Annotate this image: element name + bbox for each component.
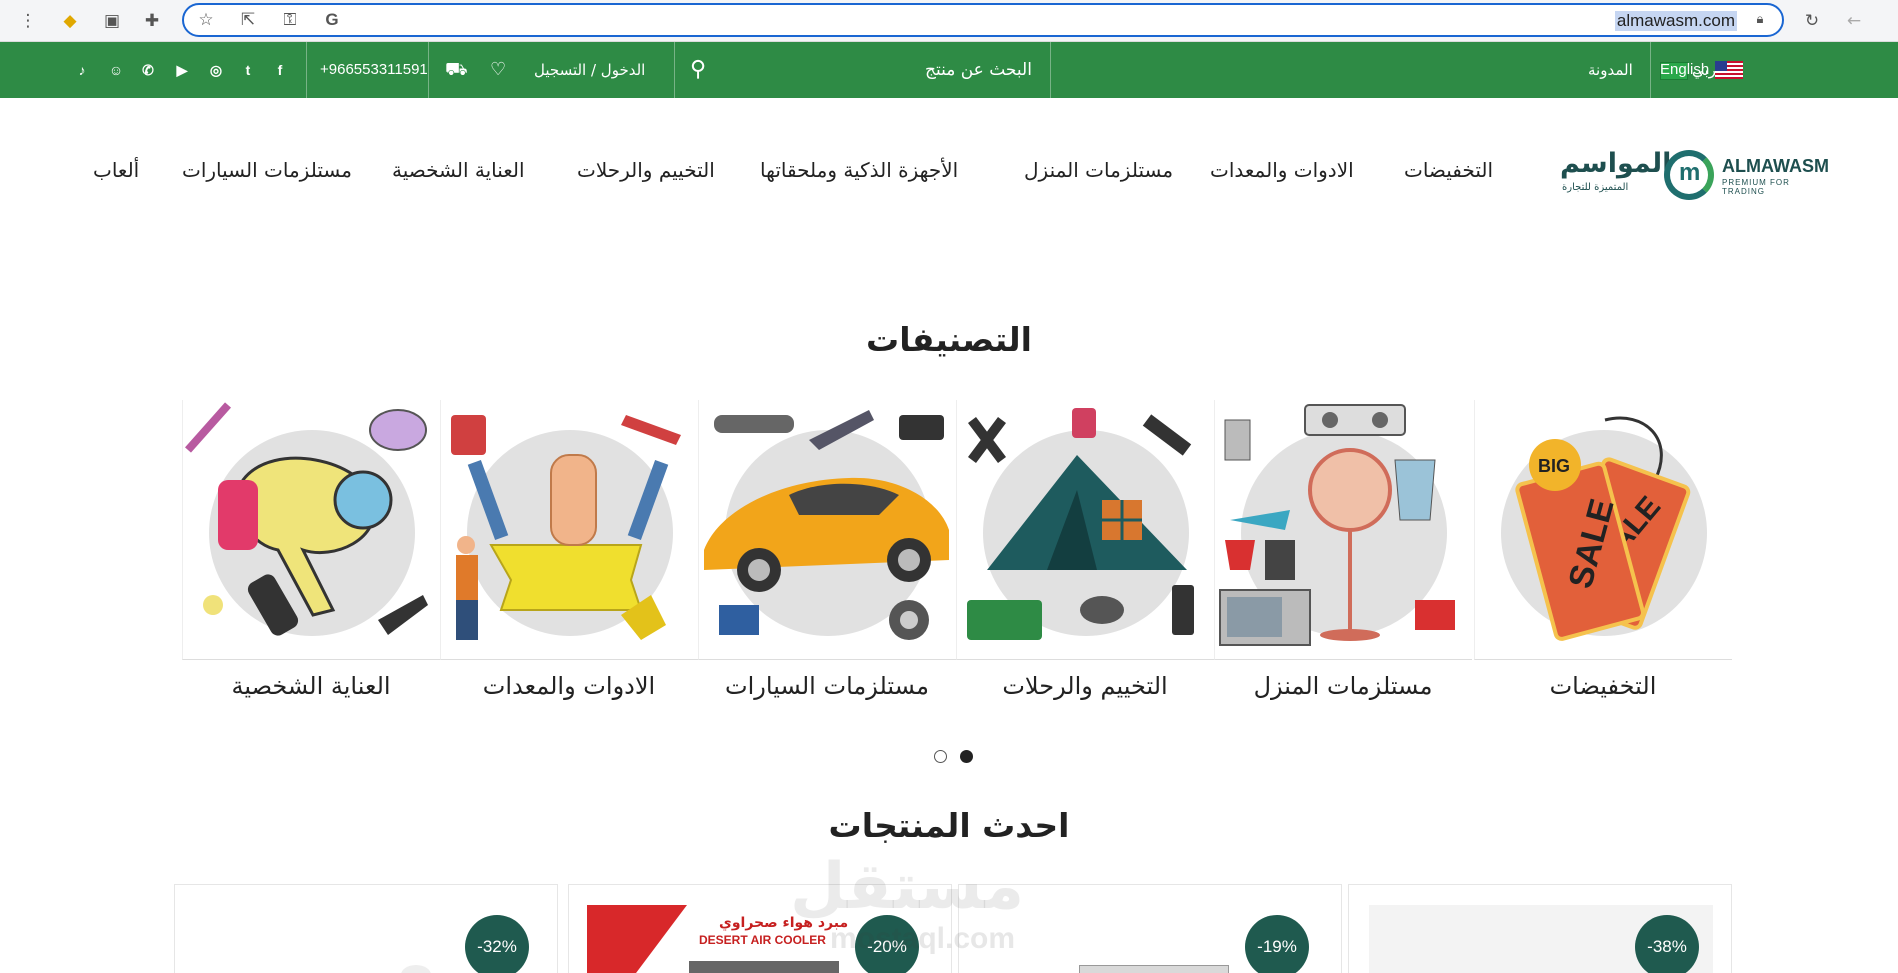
snapchat-icon[interactable]: ☺ (106, 60, 126, 80)
back-icon[interactable]: ← (1842, 9, 1866, 33)
logo-mark: m (1664, 150, 1714, 200)
lock-icon[interactable]: 🔒︎ (1748, 8, 1772, 32)
login-link[interactable]: الدخول / التسجيل (534, 42, 645, 98)
logo-arabic: المواسم (1560, 148, 1672, 179)
heart-icon[interactable]: ♡ (490, 42, 506, 98)
instagram-icon[interactable]: ◎ (206, 60, 226, 80)
car-icon (704, 410, 949, 640)
top-bar: عربي English المدونة البحث عن منتج ⚲ الد… (0, 42, 1898, 98)
search-input[interactable]: البحث عن منتج (925, 42, 1032, 98)
nav-item-smart-devices[interactable]: الأجهزة الذكية وملحقاتها (760, 158, 958, 188)
nav-item-home[interactable]: مستلزمات المنزل (1024, 158, 1173, 188)
divider (428, 42, 429, 98)
divider (1050, 42, 1051, 98)
category-card-camping[interactable] (956, 400, 1214, 660)
category-label-cars[interactable]: مستلزمات السيارات (698, 672, 956, 700)
sidebar-icon[interactable]: ▣ (100, 9, 124, 33)
categories-title: التصنيفات (866, 320, 1032, 359)
product-image (1079, 965, 1229, 973)
carousel-dot-active[interactable] (960, 750, 973, 763)
whatsapp-icon[interactable]: ✆ (138, 60, 158, 80)
tools-icon (451, 415, 681, 640)
product-image (689, 961, 839, 973)
logo-english: ALMAWASM (1722, 156, 1829, 176)
watermark-arabic: مستقل (790, 850, 1025, 924)
browser-toolbar: ⋮ ◆ ▣ ✚ ☆ ⇱ ⚿ G almawasm.com 🔒︎ ↻ ← (0, 0, 1898, 42)
blog-link[interactable]: المدونة (1588, 42, 1633, 98)
svg-text:BIG: BIG (1538, 456, 1570, 476)
category-label-home[interactable]: مستلزمات المنزل (1214, 672, 1472, 700)
category-card-tools[interactable] (440, 400, 698, 660)
site-logo[interactable]: المواسم المتميزة للتجارة m ALMAWASM PREM… (1560, 148, 1830, 204)
nav-item-personal-care[interactable]: العناية الشخصية (392, 158, 525, 188)
product-brand-en: DESERT AIR COOLER (699, 933, 826, 947)
discount-badge: -19% (1245, 915, 1309, 973)
latest-products-title: احدث المنتجات (828, 806, 1070, 845)
category-card-cars[interactable] (698, 400, 956, 660)
product-card[interactable]: -38% (1348, 884, 1732, 973)
reload-icon[interactable]: ↻ (1800, 9, 1824, 33)
nav-item-sales[interactable]: التخفيضات (1404, 158, 1493, 188)
search-icon[interactable]: ⚲ (690, 42, 706, 98)
product-image-banner (587, 905, 687, 973)
url-text[interactable]: almawasm.com (1614, 11, 1737, 31)
menu-dots-icon[interactable]: ⋮ (16, 9, 40, 33)
divider (306, 42, 307, 98)
cart-icon[interactable]: ⛟ (445, 42, 468, 98)
home-appliances-icon (1219, 404, 1455, 646)
twitter-icon[interactable]: t (238, 60, 258, 80)
product-image (401, 965, 431, 973)
watermark-english: mostaql.com (830, 922, 1016, 955)
extension-puzzle-icon[interactable]: ◆ (58, 9, 82, 33)
divider (674, 42, 675, 98)
category-label-sales[interactable]: التخفيضات (1474, 672, 1732, 700)
google-icon: G (325, 10, 339, 29)
nav-item-toys[interactable]: ألعاب (93, 158, 139, 188)
hair-dryer-icon (185, 402, 428, 636)
logo-mark-letter: m (1679, 159, 1701, 186)
category-card-home[interactable] (1214, 400, 1472, 660)
category-card-personal-care[interactable] (182, 400, 440, 660)
youtube-icon[interactable]: ▶ (172, 60, 192, 80)
nav-item-tools[interactable]: الادوات والمعدات (1210, 158, 1354, 188)
lang-english-label: English (1660, 61, 1710, 78)
us-flag-icon (1715, 61, 1744, 80)
phone-number[interactable]: +966553311591 (320, 42, 428, 98)
discount-badge: -38% (1635, 915, 1699, 973)
product-card[interactable]: -32% (174, 884, 558, 973)
lang-english[interactable]: English (1660, 42, 1744, 98)
key-icon[interactable]: ⚿ (278, 8, 302, 32)
category-label-tools[interactable]: الادوات والمعدات (440, 672, 698, 700)
share-icon[interactable]: ⇱ (236, 8, 260, 32)
star-icon[interactable]: ☆ (194, 8, 218, 32)
category-card-sales[interactable]: SALE SALE BIG (1474, 400, 1732, 660)
nav-item-camping[interactable]: التخييم والرحلات (577, 158, 715, 188)
extensions-icon[interactable]: ✚ (140, 9, 164, 33)
logo-arabic-sub: المتميزة للتجارة (1562, 182, 1629, 193)
carousel-dot[interactable] (934, 750, 947, 763)
facebook-icon[interactable]: f (270, 60, 290, 80)
divider (1650, 42, 1651, 98)
address-bar[interactable]: ☆ ⇱ ⚿ G almawasm.com 🔒︎ (182, 3, 1784, 37)
logo-english-sub: PREMIUM FOR TRADING (1722, 178, 1790, 196)
tiktok-icon[interactable]: ♪ (72, 60, 92, 80)
discount-badge: -32% (465, 915, 529, 973)
sale-tag-icon: SALE SALE BIG (1515, 416, 1691, 641)
category-label-personal-care[interactable]: العناية الشخصية (182, 672, 440, 700)
category-label-camping[interactable]: التخييم والرحلات (956, 672, 1214, 700)
camping-tent-icon (967, 408, 1194, 640)
nav-item-car-accessories[interactable]: مستلزمات السيارات (182, 158, 352, 188)
